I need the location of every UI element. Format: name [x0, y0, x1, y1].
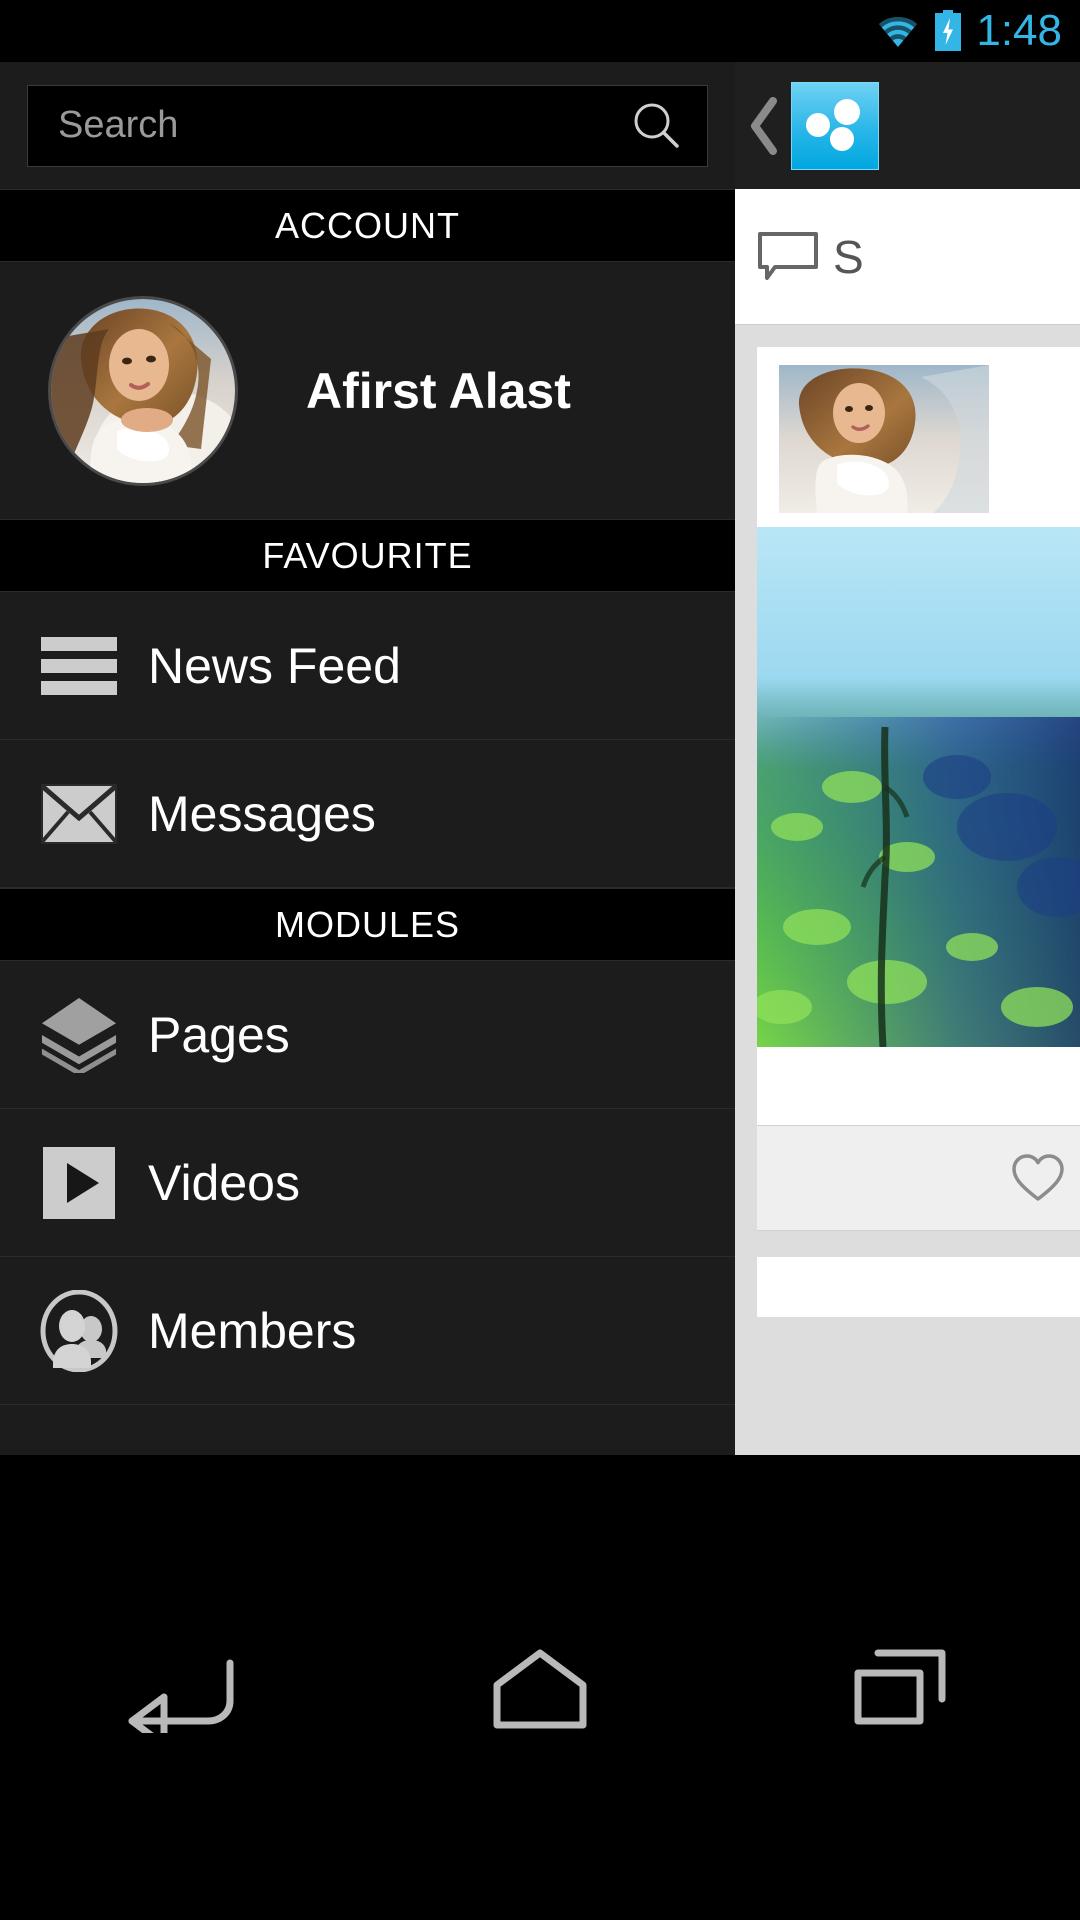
post-actions [757, 1126, 1080, 1231]
section-header-account: ACCOUNT [0, 189, 735, 262]
feed-post-card-next[interactable] [757, 1257, 1080, 1317]
logo-dot [830, 126, 854, 151]
post-author-thumbnail[interactable] [779, 365, 989, 513]
post-photo-image [757, 527, 1080, 1047]
sidebar-item-news-feed[interactable]: News Feed [0, 592, 735, 740]
search-icon[interactable] [627, 97, 685, 155]
play-icon [40, 1144, 118, 1222]
feed-post-card[interactable] [757, 347, 1080, 1231]
battery-charging-icon [935, 10, 962, 51]
content-panel[interactable]: S [735, 62, 1080, 1455]
sidebar-item-members[interactable]: Members [0, 1257, 735, 1405]
logo-dot [806, 112, 830, 137]
sidebar-item-messages[interactable]: Messages [0, 740, 735, 888]
wifi-icon [879, 17, 918, 47]
search-input[interactable] [56, 103, 627, 148]
sidebar-item-pages[interactable]: Pages [0, 961, 735, 1109]
sidebar-item-label: Videos [148, 1154, 300, 1211]
speech-bubble-icon [758, 231, 818, 280]
sidebar-item-videos[interactable]: Videos [0, 1109, 735, 1257]
envelope-icon [40, 775, 118, 853]
news-feed-icon [40, 627, 118, 705]
status-bar-icons: 1:48 [876, 9, 1062, 53]
status-bar-clock: 1:48 [976, 6, 1062, 55]
members-icon [40, 1289, 118, 1372]
back-button[interactable] [80, 1628, 280, 1748]
account-name: Afirst Alast [306, 362, 571, 419]
navigation-drawer: ACCOUNT [0, 62, 735, 1455]
screen-body: ACCOUNT [0, 62, 1080, 1455]
search-box[interactable] [27, 84, 708, 167]
search-bar [0, 62, 735, 189]
avatar-image [51, 298, 235, 483]
section-header-favourite: FAVOURITE [0, 519, 735, 592]
status-bar: 1:48 [0, 0, 1080, 62]
account-row[interactable]: Afirst Alast [0, 262, 735, 519]
post-author-image [779, 365, 989, 513]
heart-outline-icon[interactable] [1011, 1153, 1065, 1203]
sidebar-item-label: News Feed [148, 637, 401, 694]
back-arrow-icon [128, 1659, 234, 1733]
avatar[interactable] [48, 295, 238, 486]
post-body [757, 1047, 1080, 1126]
post-landscape-photo[interactable] [757, 527, 1080, 1047]
recents-icon [854, 1649, 946, 1724]
feed-scroll-area[interactable] [735, 325, 1080, 1455]
content-tab-bar[interactable]: S [735, 189, 1080, 325]
home-icon [493, 1649, 587, 1728]
sidebar-item-label: Pages [148, 1006, 290, 1063]
content-action-bar [735, 62, 1080, 189]
back-chevron-icon[interactable] [745, 95, 785, 157]
section-header-modules: MODULES [0, 888, 735, 961]
app-logo-icon[interactable] [791, 81, 879, 170]
home-button[interactable] [440, 1628, 640, 1748]
sidebar-item-label: Messages [148, 785, 376, 842]
recents-button[interactable] [800, 1628, 1000, 1748]
logo-dot [834, 98, 860, 125]
tab-label: S [833, 230, 864, 283]
post-header [757, 347, 1080, 527]
layers-icon [40, 996, 118, 1074]
sidebar-item-label: Members [148, 1302, 357, 1359]
android-navigation-bar [0, 1455, 1080, 1920]
